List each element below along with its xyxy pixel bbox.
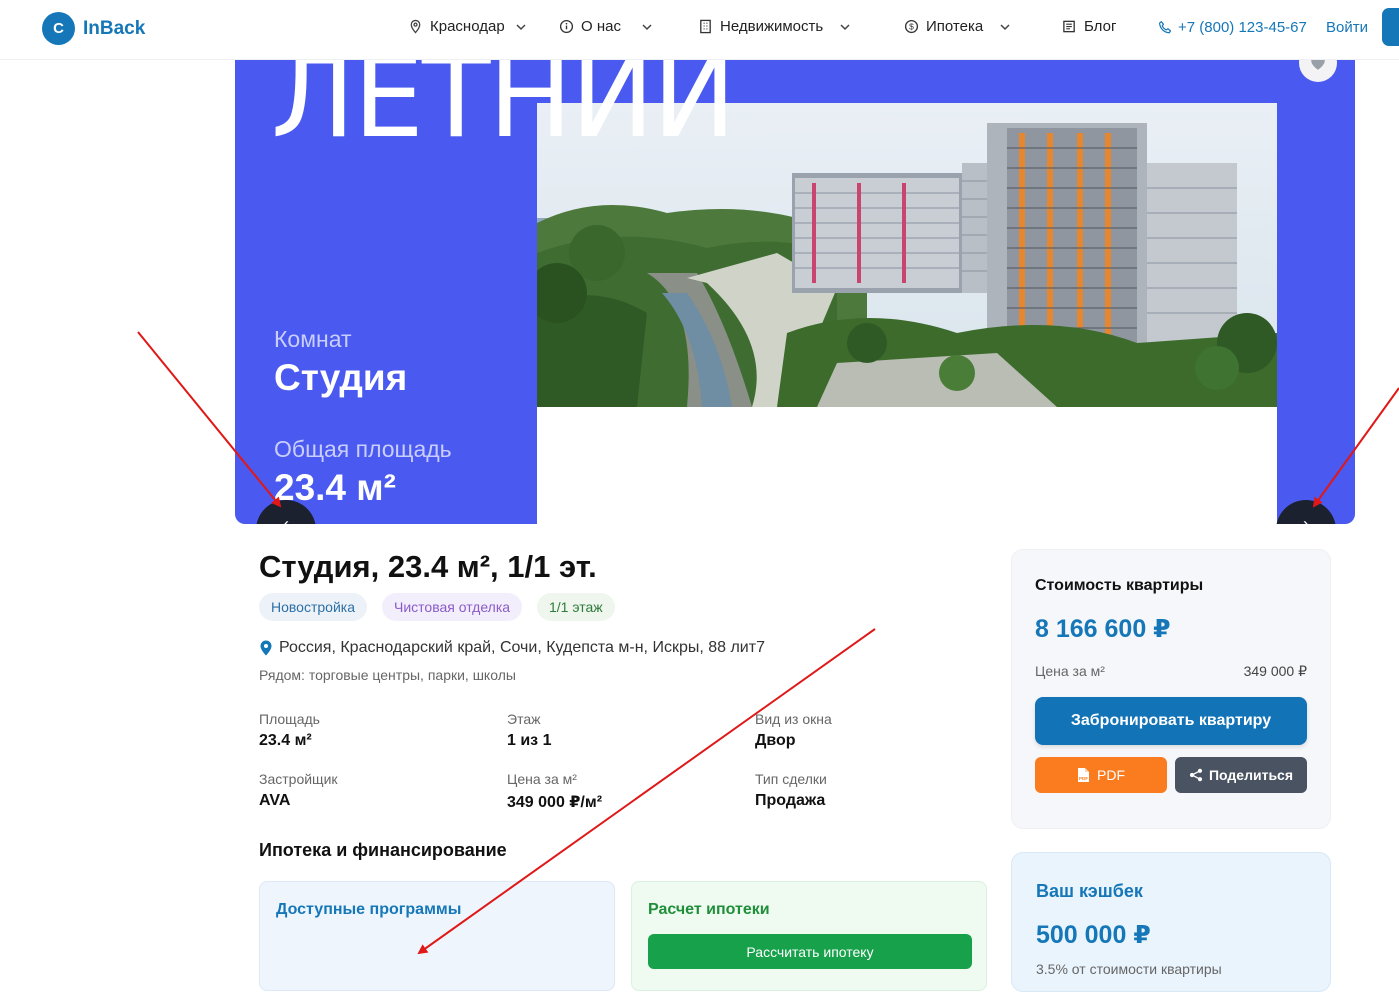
programs-title: Доступные программы: [276, 901, 462, 918]
chevron-down-icon: [1000, 23, 1010, 30]
tag-new-building: Новостройка: [259, 593, 367, 621]
nav-mortgage[interactable]: $ Ипотека: [904, 18, 1010, 35]
city-selector[interactable]: Краснодар: [408, 18, 526, 35]
city-label: Краснодар: [430, 18, 505, 35]
heart-icon: [1311, 60, 1325, 70]
tag-finishing: Чистовая отделка: [382, 593, 523, 621]
building-icon: [700, 19, 711, 34]
newspaper-icon: [1063, 20, 1075, 33]
header-action-button[interactable]: [1382, 8, 1399, 46]
svg-text:PDF: PDF: [1079, 776, 1088, 781]
chevron-right-icon: ›: [1303, 514, 1309, 524]
mortgage-section-title: Ипотека и финансирование: [259, 840, 507, 860]
calc-title: Расчет ипотеки: [648, 901, 770, 918]
book-apartment-button[interactable]: Забронировать квартиру: [1035, 697, 1307, 745]
address: Россия, Краснодарский край, Сочи, Кудепс…: [259, 639, 765, 657]
prop-view-value: Двор: [755, 732, 796, 749]
mortgage-calc-card: Расчет ипотеки Рассчитать ипотеку: [631, 881, 987, 991]
prop-area-label: Площадь: [259, 711, 320, 727]
cashback-card: Ваш кэшбек 500 000 ₽ 3.5% от стоимости к…: [1011, 852, 1331, 992]
nav-realty[interactable]: Недвижимость: [698, 18, 850, 35]
nearby-info: Рядом: торговые центры, парки, школы: [259, 667, 516, 683]
price-per-m2-label: Цена за м²: [1035, 663, 1105, 679]
tag-floor: 1/1 этаж: [537, 593, 615, 621]
gallery-next-button[interactable]: ›: [1276, 500, 1336, 524]
logo[interactable]: C InBack: [42, 12, 145, 45]
area-label: Общая площадь: [274, 436, 452, 462]
prop-floor-value: 1 из 1: [507, 732, 552, 749]
phone-link[interactable]: +7 (800) 123-45-67: [1158, 19, 1307, 36]
prop-floor-label: Этаж: [507, 711, 541, 727]
pdf-file-icon: PDF: [1078, 768, 1089, 782]
chevron-left-icon: ‹: [283, 514, 289, 524]
chevron-down-icon: [516, 23, 526, 30]
banner-title: ЛЕТНИИ: [271, 60, 736, 163]
phone-icon: [1158, 21, 1172, 34]
nav-blog[interactable]: Блог: [1062, 18, 1116, 35]
pdf-button[interactable]: PDF PDF: [1035, 757, 1167, 793]
share-button-label: Поделиться: [1208, 767, 1294, 783]
rooms-value: Студия: [274, 357, 408, 398]
logo-mark: C: [42, 12, 75, 45]
location-pin-icon: [410, 19, 421, 34]
share-icon: [1189, 768, 1203, 782]
prop-deal-value: Продажа: [755, 792, 826, 809]
share-button[interactable]: Поделиться: [1175, 757, 1307, 793]
photo-gallery: ЛЕТНИИ Комнат Студия Общая площадь 23.4 …: [235, 60, 1355, 524]
listing-title: Студия, 23.4 м², 1/1 эт.: [259, 549, 597, 584]
cashback-amount: 500 000 ₽: [1036, 921, 1151, 949]
cashback-note: 3.5% от стоимости квартиры: [1036, 961, 1222, 977]
cashback-title: Ваш кэшбек: [1036, 881, 1143, 901]
calc-mortgage-button[interactable]: Рассчитать ипотеку: [648, 934, 972, 969]
chevron-down-icon: [642, 23, 652, 30]
banner-lower-panel: [537, 407, 1277, 524]
nav-about[interactable]: О нас: [559, 18, 652, 35]
svg-text:$: $: [909, 22, 914, 32]
login-link[interactable]: Войти: [1326, 19, 1368, 36]
nav-mortgage-label: Ипотека: [926, 18, 984, 35]
info-icon: [559, 19, 574, 34]
nav-realty-label: Недвижимость: [720, 18, 824, 35]
programs-card: Доступные программы: [259, 881, 615, 991]
prop-developer-value: AVA: [259, 792, 291, 809]
location-pin-icon: [260, 640, 272, 656]
price-card: Стоимость квартиры 8 166 600 ₽ Цена за м…: [1011, 549, 1331, 829]
pdf-button-label: PDF: [1097, 767, 1125, 783]
dollar-circle-icon: $: [904, 19, 919, 34]
nav-blog-label: Блог: [1084, 18, 1117, 35]
prop-price-m2-value: 349 000 ₽/м²: [507, 794, 603, 811]
top-header: C InBack Краснодар О нас Недвижимость $ …: [0, 0, 1399, 60]
chevron-down-icon: [840, 23, 850, 30]
prop-developer-label: Застройщик: [259, 771, 338, 787]
favorite-button[interactable]: [1299, 60, 1337, 82]
nav-about-label: О нас: [581, 18, 621, 35]
apartment-price: 8 166 600 ₽: [1035, 615, 1171, 643]
price-card-title: Стоимость квартиры: [1035, 577, 1204, 594]
prop-deal-label: Тип сделки: [755, 771, 827, 787]
price-per-m2-value: 349 000 ₽: [1243, 663, 1307, 679]
prop-area-value: 23.4 м²: [259, 732, 312, 749]
prop-price-m2-label: Цена за м²: [507, 771, 577, 787]
rooms-label: Комнат: [274, 326, 352, 352]
address-text: Россия, Краснодарский край, Сочи, Кудепс…: [279, 639, 765, 656]
logo-text: InBack: [83, 17, 146, 39]
phone-number: +7 (800) 123-45-67: [1178, 19, 1307, 36]
prop-view-label: Вид из окна: [755, 711, 832, 727]
